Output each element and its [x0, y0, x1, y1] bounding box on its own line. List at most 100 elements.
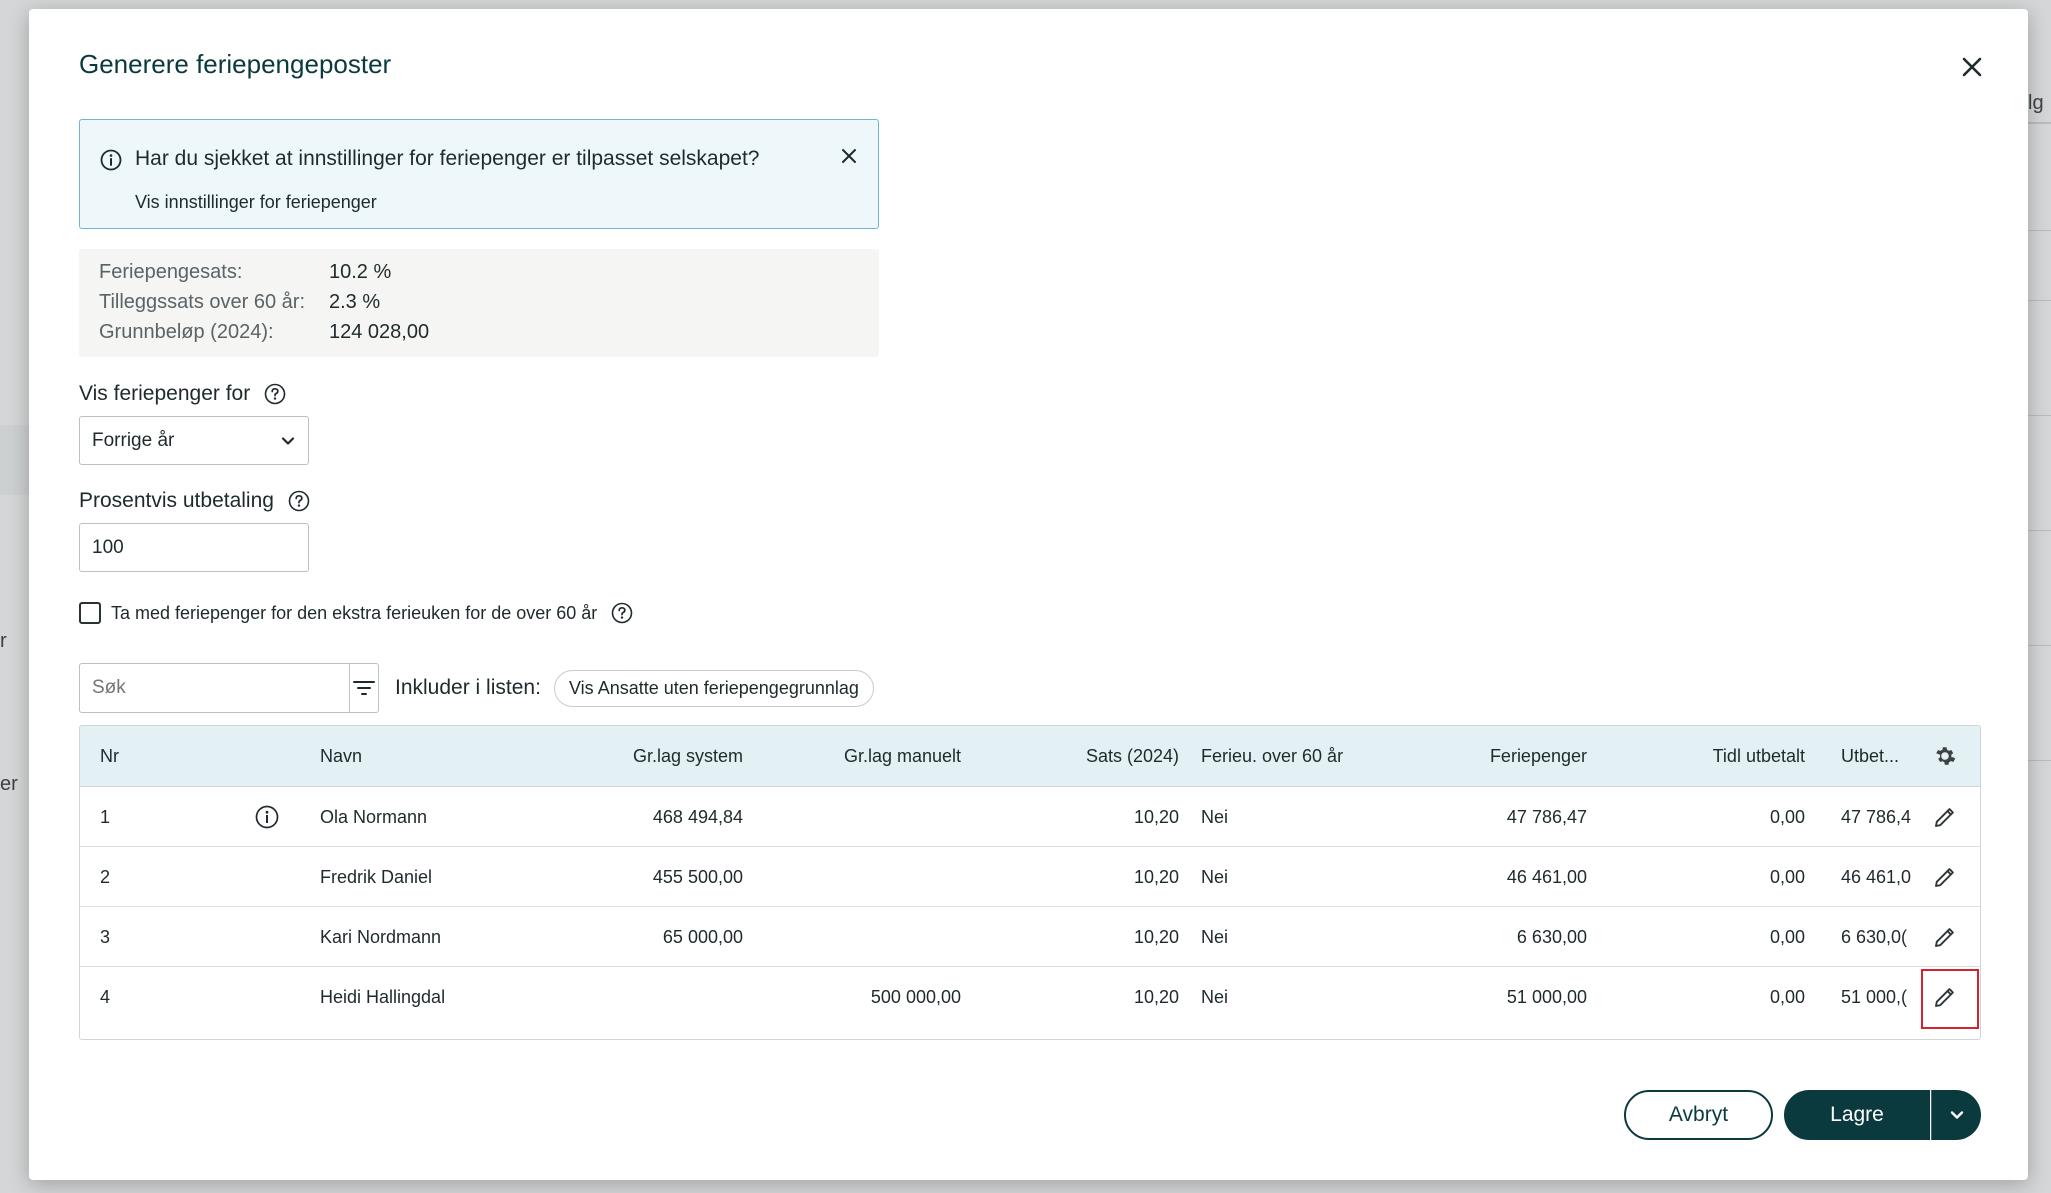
- search-input[interactable]: [80, 664, 349, 712]
- bg-divider: [2028, 415, 2051, 416]
- cell-basis-system: 468 494,84: [652, 807, 743, 827]
- settings-link[interactable]: Vis innstillinger for feriepenger: [135, 192, 377, 213]
- holiday-pay-table: Nr Navn Gr.lag system Gr.lag manuelt Sat…: [79, 725, 1981, 1040]
- column-header-nr[interactable]: Nr: [100, 746, 119, 767]
- column-header-name[interactable]: Navn: [320, 746, 362, 767]
- table-row[interactable]: 1 Ola Normann 468 494,84 10,20 Nei 47 78…: [80, 787, 1980, 847]
- info-icon: [100, 149, 122, 171]
- filter-icon: [353, 681, 375, 695]
- bg-text-fragment: lg: [2028, 92, 2044, 114]
- percent-field-label: Prosentvis utbetaling: [79, 489, 310, 513]
- bg-divider: [2028, 300, 2051, 301]
- column-header-over60-week[interactable]: Ferieu. over 60 år: [1201, 746, 1343, 767]
- cell-payout: 6 630,0(: [1841, 927, 1908, 947]
- table-row[interactable]: 4 Heidi Hallingdal 500 000,00 10,20 Nei …: [80, 967, 1980, 1027]
- cell-holiday-pay: 6 630,00: [1516, 927, 1587, 947]
- gear-icon: [1936, 747, 1956, 765]
- cell-over60: Nei: [1201, 807, 1229, 827]
- summary-row: Feriepengesats: 10.2 %: [99, 261, 391, 284]
- cell-payout: 46 461,0: [1841, 867, 1912, 887]
- cell-previously-paid: 0,00: [1769, 867, 1805, 887]
- edit-row-button[interactable]: [1925, 797, 1965, 837]
- column-header-previously-paid[interactable]: Tidl utbetalt: [1713, 746, 1805, 767]
- cell-previously-paid: 0,00: [1769, 927, 1805, 947]
- help-icon[interactable]: [288, 490, 310, 512]
- table-header: Nr Navn Gr.lag system Gr.lag manuelt Sat…: [80, 726, 1980, 787]
- cell-name: Heidi Hallingdal: [320, 987, 446, 1007]
- rate-summary: Feriepengesats: 10.2 % Tilleggssats over …: [79, 249, 879, 357]
- summary-value: 2.3 %: [329, 291, 381, 313]
- cell-basis-manual: 500 000,00: [870, 987, 961, 1007]
- banner-close-button[interactable]: [835, 142, 863, 170]
- pencil-icon: [1935, 928, 1954, 947]
- summary-label: Grunnbeløp (2024):: [99, 321, 274, 343]
- info-banner: Har du sjekket at innstillinger for feri…: [79, 119, 879, 229]
- bg-divider: [2028, 645, 2051, 646]
- cell-name: Fredrik Daniel: [320, 867, 433, 887]
- pencil-icon: [1935, 808, 1954, 827]
- column-settings-button[interactable]: [1925, 736, 1965, 776]
- period-select[interactable]: Forrige år: [79, 416, 309, 465]
- dialog-close-button[interactable]: [1954, 49, 1990, 85]
- summary-label: Tilleggssats over 60 år:: [99, 291, 306, 313]
- summary-row: Grunnbeløp (2024): 124 028,00: [99, 321, 429, 344]
- cell-previously-paid: 0,00: [1769, 807, 1805, 827]
- table-row[interactable]: 2 Fredrik Daniel 455 500,00 10,20 Nei 46…: [80, 847, 1980, 907]
- cell-name: Kari Nordmann: [320, 927, 442, 947]
- cancel-button[interactable]: Avbryt: [1624, 1090, 1773, 1140]
- search-box: [79, 663, 379, 713]
- close-icon: [842, 149, 856, 163]
- filter-button[interactable]: [349, 664, 378, 712]
- cell-over60: Nei: [1201, 987, 1229, 1007]
- bg-divider: [2028, 530, 2051, 531]
- save-button[interactable]: Lagre: [1784, 1090, 1930, 1140]
- pencil-icon: [1935, 868, 1954, 887]
- cell-nr: 2: [100, 867, 111, 887]
- info-icon[interactable]: [255, 805, 279, 829]
- bg-sidebar-strip: [0, 425, 29, 495]
- column-header-basis-manual[interactable]: Gr.lag manuelt: [844, 746, 961, 767]
- chevron-down-icon: [1950, 1111, 1963, 1119]
- include-label: Inkluder i listen:: [395, 676, 541, 699]
- period-label-text: Vis feriepenger for: [79, 382, 251, 405]
- percent-input[interactable]: [79, 523, 309, 572]
- over60-checkbox[interactable]: [79, 602, 101, 624]
- cell-over60: Nei: [1201, 867, 1229, 887]
- help-icon[interactable]: [264, 383, 286, 405]
- banner-message: Har du sjekket at innstillinger for feri…: [135, 147, 760, 170]
- cell-rate: 10,20: [1133, 987, 1179, 1007]
- close-icon: [1962, 57, 1982, 77]
- cell-rate: 10,20: [1133, 927, 1179, 947]
- over60-checkbox-label: Ta med feriepenger for den ekstra ferieu…: [111, 602, 598, 623]
- cell-nr: 3: [100, 927, 111, 947]
- cell-nr: 4: [100, 987, 111, 1007]
- cell-basis-system: 455 500,00: [652, 867, 743, 887]
- edit-row-button[interactable]: [1925, 917, 1965, 957]
- table-row[interactable]: 3 Kari Nordmann 65 000,00 10,20 Nei 6 63…: [80, 907, 1980, 967]
- dialog-title: Generere feriepengeposter: [79, 49, 392, 79]
- help-icon[interactable]: [611, 602, 633, 624]
- show-employees-without-basis-chip[interactable]: Vis Ansatte uten feriepengegrunnlag: [554, 670, 874, 707]
- column-header-rate[interactable]: Sats (2024): [1086, 746, 1179, 767]
- bg-text-fragment: er: [0, 773, 18, 795]
- column-header-payout[interactable]: Utbet...: [1841, 746, 1899, 767]
- cell-name: Ola Normann: [320, 807, 428, 827]
- save-options-button[interactable]: [1931, 1090, 1981, 1140]
- cell-holiday-pay: 51 000,00: [1506, 987, 1587, 1007]
- edit-highlight-frame: [1921, 969, 1979, 1029]
- column-header-holiday-pay[interactable]: Feriepenger: [1490, 746, 1587, 767]
- column-header-basis-system[interactable]: Gr.lag system: [633, 746, 743, 767]
- cell-payout: 47 786,4: [1841, 807, 1912, 827]
- period-field-label: Vis feriepenger for: [79, 382, 286, 406]
- cell-holiday-pay: 47 786,47: [1506, 807, 1587, 827]
- bg-divider: [2028, 122, 2051, 124]
- cell-holiday-pay: 46 461,00: [1506, 867, 1587, 887]
- period-select-value: Forrige år: [92, 429, 175, 451]
- cell-previously-paid: 0,00: [1769, 987, 1805, 1007]
- generate-holiday-pay-dialog: Generere feriepengeposter Har du sjekket…: [29, 9, 2028, 1180]
- edit-row-button[interactable]: [1925, 857, 1965, 897]
- cell-payout: 51 000,(: [1841, 987, 1908, 1007]
- summary-value: 10.2 %: [329, 261, 392, 283]
- bg-divider: [2028, 230, 2051, 231]
- cell-nr: 1: [100, 807, 111, 827]
